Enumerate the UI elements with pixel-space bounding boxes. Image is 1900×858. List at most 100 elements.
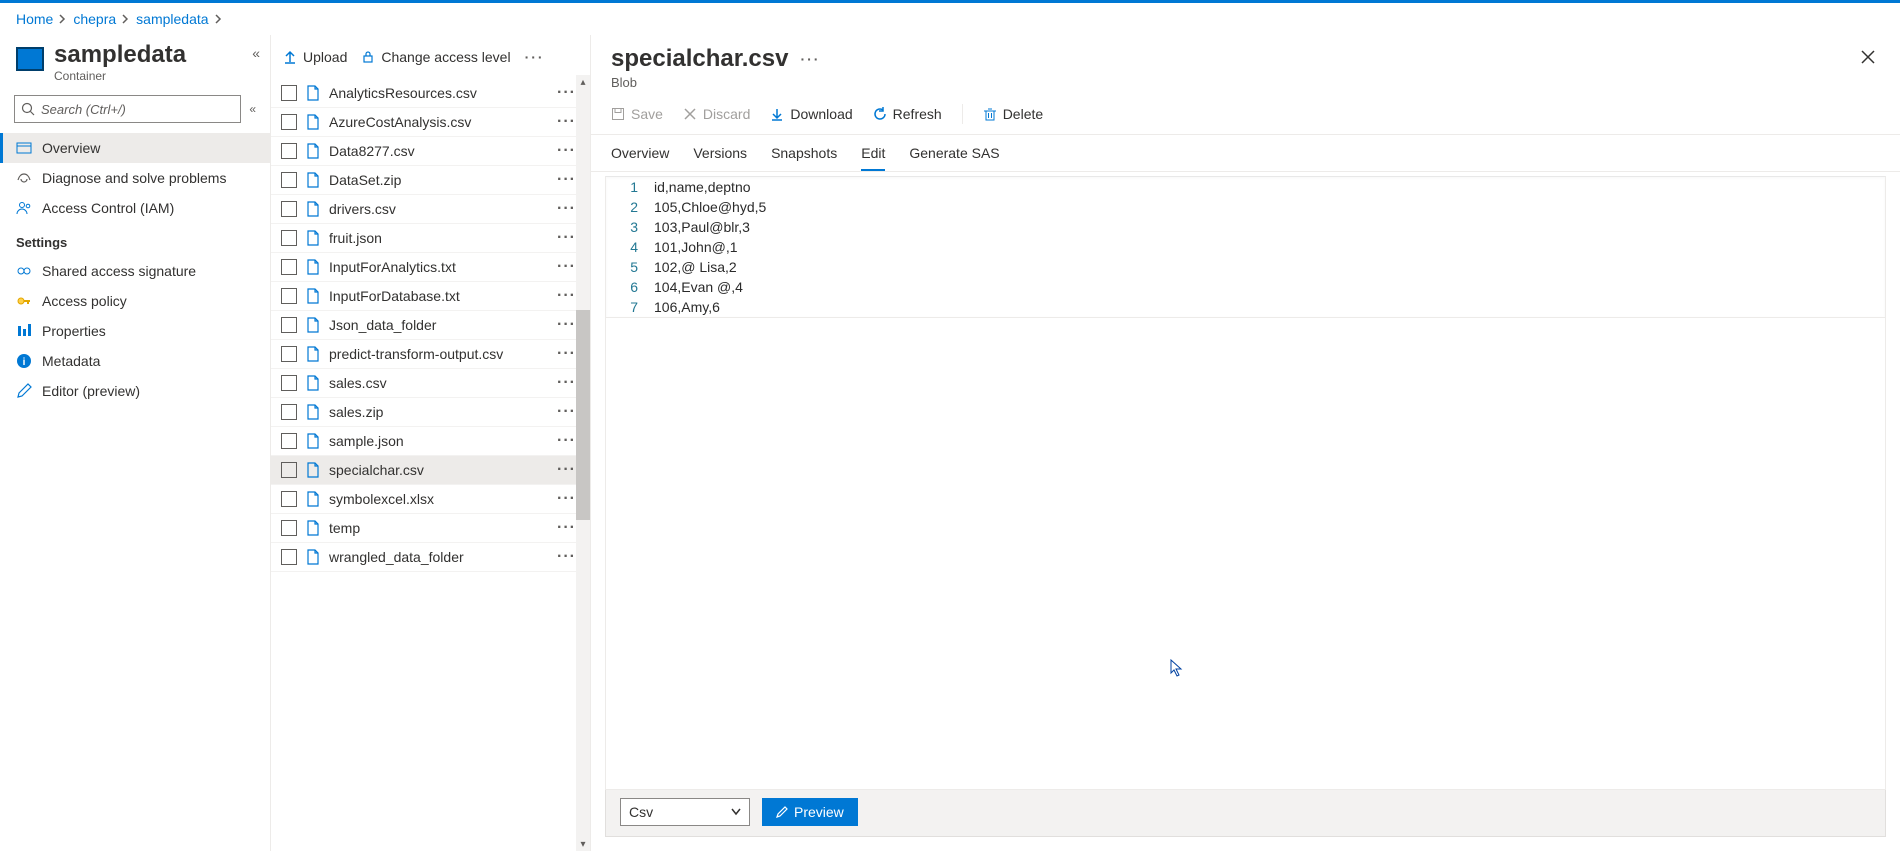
preview-button[interactable]: Preview <box>762 798 858 826</box>
file-name: sample.json <box>329 433 549 449</box>
file-row[interactable]: InputForAnalytics.txt··· <box>271 253 590 282</box>
file-row[interactable]: Json_data_folder··· <box>271 311 590 340</box>
file-checkbox[interactable] <box>281 230 297 246</box>
breadcrumb-sampledata[interactable]: sampledata <box>136 11 208 27</box>
file-name: temp <box>329 520 549 536</box>
breadcrumb-home[interactable]: Home <box>16 11 53 27</box>
lock-icon <box>361 50 375 64</box>
file-icon <box>305 230 321 246</box>
save-button[interactable]: Save <box>611 106 663 122</box>
sidebar-item-access-control-iam-[interactable]: Access Control (IAM) <box>0 193 270 223</box>
file-name: symbolexcel.xlsx <box>329 491 549 507</box>
code-line[interactable]: 105,Chloe@hyd,5 <box>654 197 1885 217</box>
file-checkbox[interactable] <box>281 346 297 362</box>
file-row[interactable]: InputForDatabase.txt··· <box>271 282 590 311</box>
file-checkbox[interactable] <box>281 433 297 449</box>
discard-button[interactable]: Discard <box>683 106 750 122</box>
file-checkbox[interactable] <box>281 549 297 565</box>
file-checkbox[interactable] <box>281 520 297 536</box>
collapse-search-icon[interactable]: « <box>249 102 256 116</box>
file-row[interactable]: AzureCostAnalysis.csv··· <box>271 108 590 137</box>
tab-overview[interactable]: Overview <box>611 135 669 171</box>
file-row[interactable]: sample.json··· <box>271 427 590 456</box>
tab-edit[interactable]: Edit <box>861 135 885 171</box>
code-line[interactable]: id,name,deptno <box>654 177 1885 197</box>
file-row[interactable]: drivers.csv··· <box>271 195 590 224</box>
sidebar-item-properties[interactable]: Properties <box>0 316 270 346</box>
file-checkbox[interactable] <box>281 85 297 101</box>
file-row[interactable]: DataSet.zip··· <box>271 166 590 195</box>
file-checkbox[interactable] <box>281 143 297 159</box>
file-list-scrollbar[interactable]: ▴ ▾ <box>576 75 590 851</box>
code-line[interactable]: 104,Evan @,4 <box>654 277 1885 297</box>
upload-button[interactable]: Upload <box>283 49 347 65</box>
file-row[interactable]: specialchar.csv··· <box>271 456 590 485</box>
file-row[interactable]: sales.csv··· <box>271 369 590 398</box>
file-row[interactable]: symbolexcel.xlsx··· <box>271 485 590 514</box>
line-number: 5 <box>606 257 638 277</box>
file-checkbox[interactable] <box>281 114 297 130</box>
file-checkbox[interactable] <box>281 172 297 188</box>
sas-icon <box>16 263 32 279</box>
format-dropdown[interactable]: Csv <box>620 798 750 826</box>
nav-section-settings: Settings <box>0 223 270 256</box>
page-subtitle: Container <box>54 69 186 83</box>
search-input[interactable] <box>41 102 234 117</box>
tab-versions[interactable]: Versions <box>693 135 747 171</box>
upload-label: Upload <box>303 49 347 65</box>
sidebar-item-access-policy[interactable]: Access policy <box>0 286 270 316</box>
file-row[interactable]: AnalyticsResources.csv··· <box>271 79 590 108</box>
code-line[interactable]: 102,@ Lisa,2 <box>654 257 1885 277</box>
change-access-button[interactable]: Change access level <box>361 49 510 65</box>
scroll-up-icon[interactable]: ▴ <box>576 75 590 89</box>
line-number: 1 <box>606 177 638 197</box>
delete-button[interactable]: Delete <box>983 106 1043 122</box>
file-row[interactable]: fruit.json··· <box>271 224 590 253</box>
file-checkbox[interactable] <box>281 317 297 333</box>
code-line[interactable]: 101,John@,1 <box>654 237 1885 257</box>
props-icon <box>16 323 32 339</box>
file-checkbox[interactable] <box>281 491 297 507</box>
blob-title-more-icon[interactable]: ··· <box>800 51 820 67</box>
file-checkbox[interactable] <box>281 288 297 304</box>
file-row[interactable]: predict-transform-output.csv··· <box>271 340 590 369</box>
file-row[interactable]: Data8277.csv··· <box>271 137 590 166</box>
file-row[interactable]: sales.zip··· <box>271 398 590 427</box>
sidebar-item-metadata[interactable]: iMetadata <box>0 346 270 376</box>
scroll-down-icon[interactable]: ▾ <box>576 837 590 851</box>
file-row[interactable]: wrangled_data_folder··· <box>271 543 590 572</box>
more-toolbar-icon[interactable]: ··· <box>525 49 545 65</box>
sidebar-item-overview[interactable]: Overview <box>0 133 270 163</box>
blob-detail-panel: specialchar.csv ··· Blob Save Discard Do… <box>591 35 1900 851</box>
tab-bar: Overview Versions Snapshots Edit Generate SA… <box>591 135 1900 172</box>
file-name: sales.csv <box>329 375 549 391</box>
tab-generate-sas[interactable]: Generate SAS <box>909 135 999 171</box>
file-icon <box>305 404 321 420</box>
code-line[interactable]: 106,Amy,6 <box>654 297 1885 317</box>
file-name: sales.zip <box>329 404 549 420</box>
sidebar-item-editor-preview-[interactable]: Editor (preview) <box>0 376 270 406</box>
file-icon <box>305 520 321 536</box>
file-checkbox[interactable] <box>281 259 297 275</box>
file-checkbox[interactable] <box>281 404 297 420</box>
search-input-wrap[interactable] <box>14 95 241 123</box>
iam-icon <box>16 200 32 216</box>
file-checkbox[interactable] <box>281 375 297 391</box>
collapse-sidebar-icon[interactable]: « <box>252 45 260 61</box>
file-checkbox[interactable] <box>281 201 297 217</box>
code-line[interactable]: 103,Paul@blr,3 <box>654 217 1885 237</box>
file-row[interactable]: temp··· <box>271 514 590 543</box>
refresh-button[interactable]: Refresh <box>873 106 942 122</box>
scrollbar-thumb[interactable] <box>576 310 590 520</box>
sidebar-item-shared-access-signature[interactable]: Shared access signature <box>0 256 270 286</box>
code-editor[interactable]: 1234567 id,name,deptno105,Chloe@hyd,5103… <box>605 176 1886 318</box>
diagnose-icon <box>16 170 32 186</box>
file-icon <box>305 375 321 391</box>
file-checkbox[interactable] <box>281 462 297 478</box>
tab-snapshots[interactable]: Snapshots <box>771 135 837 171</box>
breadcrumb-chepra[interactable]: chepra <box>73 11 116 27</box>
download-button[interactable]: Download <box>770 106 852 122</box>
file-icon <box>305 549 321 565</box>
close-icon[interactable] <box>1856 45 1880 69</box>
sidebar-item-diagnose-and-solve-problems[interactable]: Diagnose and solve problems <box>0 163 270 193</box>
